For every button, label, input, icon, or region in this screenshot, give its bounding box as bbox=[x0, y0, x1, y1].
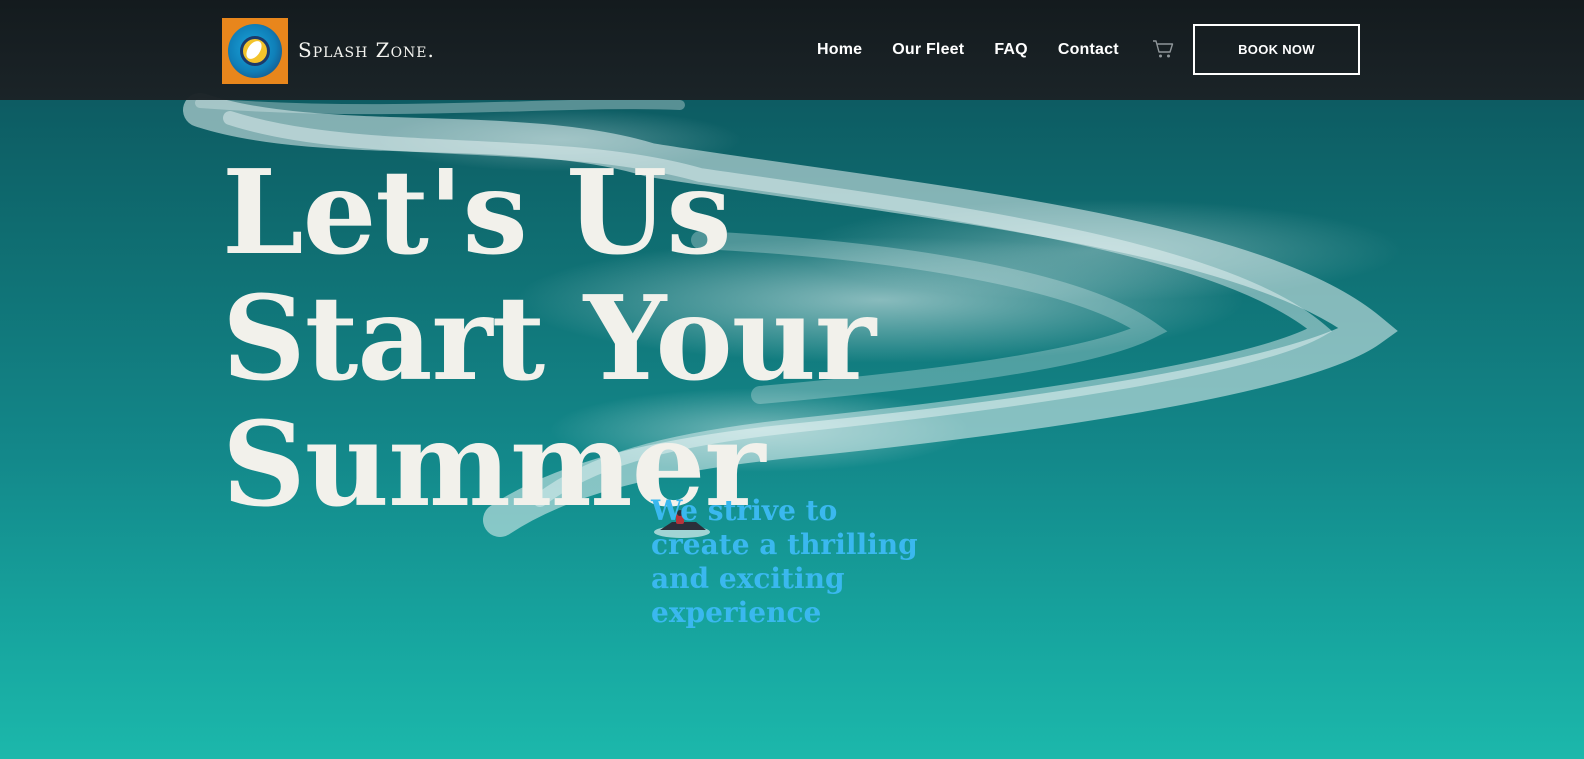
nav-contact[interactable]: Contact bbox=[1058, 41, 1119, 59]
hero-title-line-1: Let's Us bbox=[222, 145, 732, 281]
hero-title: Let's Us Start Your Summer bbox=[222, 150, 982, 528]
brand-name[interactable]: Splash Zone. bbox=[298, 38, 435, 62]
nav-our-fleet[interactable]: Our Fleet bbox=[892, 41, 964, 59]
logo[interactable] bbox=[222, 18, 288, 84]
hero-title-line-2: Start Your bbox=[222, 271, 876, 407]
main-nav: Home Our Fleet FAQ Contact bbox=[817, 41, 1119, 59]
cart-icon[interactable] bbox=[1152, 39, 1174, 59]
hero-subtitle: We strive to create a thrilling and exci… bbox=[651, 494, 918, 629]
nav-faq[interactable]: FAQ bbox=[994, 41, 1028, 59]
nav-home[interactable]: Home bbox=[817, 41, 862, 59]
splash-logo-icon bbox=[228, 24, 282, 78]
page: Splash Zone. Home Our Fleet FAQ Contact … bbox=[0, 0, 1584, 759]
book-now-button[interactable]: BOOK NOW bbox=[1193, 24, 1360, 75]
